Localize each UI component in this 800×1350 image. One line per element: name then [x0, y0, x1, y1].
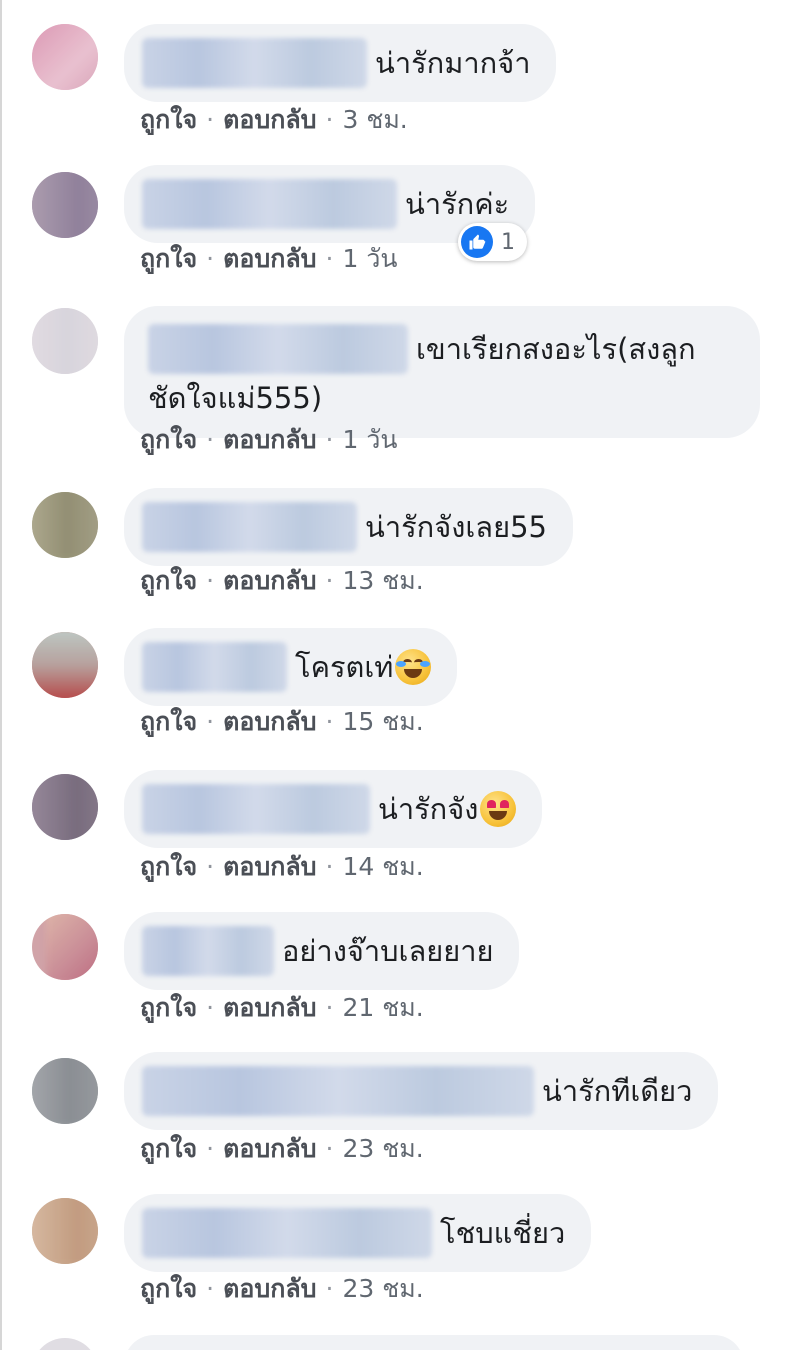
- timestamp[interactable]: 1 วัน: [343, 244, 398, 273]
- avatar[interactable]: [32, 1338, 98, 1350]
- separator: ·: [206, 1274, 215, 1303]
- comment-text: น่ารักค่ะ: [405, 187, 510, 221]
- timestamp[interactable]: 13 ชม.: [343, 566, 424, 595]
- like-button[interactable]: ถูกใจ: [140, 993, 197, 1022]
- separator: ·: [325, 566, 334, 595]
- timestamp[interactable]: 1 วัน: [343, 425, 398, 454]
- comment-text: โชบแชี่ยว: [440, 1216, 566, 1250]
- reply-button[interactable]: ตอบกลับ: [223, 1134, 316, 1163]
- reaction-count[interactable]: 1: [458, 223, 527, 261]
- comment-bubble: โครตเท่: [124, 628, 458, 706]
- timestamp[interactable]: 15 ชม.: [343, 707, 424, 736]
- comment-actions: ถูกใจ · ตอบกลับ · 15 ชม.: [140, 706, 424, 738]
- timestamp[interactable]: 23 ชม.: [343, 1134, 424, 1163]
- comment-bubble: เขาเรียกสงอะไร(สงลูกชัดใจแม่555): [124, 306, 760, 438]
- like-button[interactable]: ถูกใจ: [140, 1134, 197, 1163]
- avatar[interactable]: [32, 172, 98, 238]
- separator: ·: [206, 425, 215, 454]
- comment-bubble: น่ารักมากจ้า: [124, 24, 557, 102]
- comment-actions: ถูกใจ · ตอบกลับ · 23 ชม.: [140, 1273, 424, 1305]
- separator: ·: [206, 244, 215, 273]
- comment-bubble: น่ารักจังเลย55: [124, 488, 573, 566]
- separator: ·: [325, 244, 334, 273]
- avatar[interactable]: [32, 914, 98, 980]
- reply-button[interactable]: ตอบกลับ: [223, 244, 316, 273]
- comment-bubble: โชบแชี่ยว: [124, 1194, 592, 1272]
- laughing-tears-emoji-icon: [395, 649, 432, 685]
- comment-bubble: น่ารักทีเดียว: [124, 1052, 719, 1130]
- comment-bubble: น่ารักจัง: [124, 770, 543, 848]
- comment-text: น่ารักจัง: [378, 792, 479, 826]
- commenter-name[interactable]: [142, 179, 397, 229]
- avatar[interactable]: [32, 1058, 98, 1124]
- timestamp[interactable]: 23 ชม.: [343, 1274, 424, 1303]
- commenter-name[interactable]: [142, 1066, 534, 1116]
- like-button[interactable]: ถูกใจ: [140, 852, 197, 881]
- like-icon: [461, 226, 493, 258]
- commenter-name[interactable]: [148, 324, 408, 374]
- separator: ·: [325, 1134, 334, 1163]
- comment-text: อย่างจ๊าบเลยยาย: [282, 934, 494, 968]
- separator: ·: [325, 993, 334, 1022]
- comment-actions: ถูกใจ · ตอบกลับ · 3 ชม.: [140, 104, 408, 136]
- separator: ·: [206, 707, 215, 736]
- avatar[interactable]: [32, 492, 98, 558]
- comment-actions: ถูกใจ · ตอบกลับ · 13 ชม.: [140, 565, 424, 597]
- like-button[interactable]: ถูกใจ: [140, 1274, 197, 1303]
- reply-button[interactable]: ตอบกลับ: [223, 707, 316, 736]
- separator: ·: [325, 425, 334, 454]
- reply-button[interactable]: ตอบกลับ: [223, 993, 316, 1022]
- separator: ·: [206, 852, 215, 881]
- comment-actions: ถูกใจ · ตอบกลับ · 1 วัน: [140, 424, 397, 456]
- commenter-name[interactable]: [142, 784, 370, 834]
- separator: ·: [206, 993, 215, 1022]
- separator: ·: [325, 105, 334, 134]
- reply-button[interactable]: ตอบกลับ: [223, 566, 316, 595]
- commenter-name[interactable]: [142, 1208, 432, 1258]
- comment-actions: ถูกใจ · ตอบกลับ · 14 ชม.: [140, 851, 424, 883]
- heart-eyes-emoji-icon: [480, 791, 517, 827]
- separator: ·: [325, 707, 334, 736]
- reaction-count-value: 1: [501, 229, 515, 255]
- like-button[interactable]: ถูกใจ: [140, 105, 197, 134]
- avatar[interactable]: [32, 1198, 98, 1264]
- like-button[interactable]: ถูกใจ: [140, 566, 197, 595]
- comment-bubble: อย่างจ๊าบเลยยาย: [124, 912, 520, 990]
- separator: ·: [206, 1134, 215, 1163]
- comment-text: น่ารักมากจ้า: [375, 46, 531, 80]
- avatar[interactable]: [32, 774, 98, 840]
- like-button[interactable]: ถูกใจ: [140, 244, 197, 273]
- separator: ·: [325, 852, 334, 881]
- timestamp[interactable]: 21 ชม.: [343, 993, 424, 1022]
- separator: ·: [325, 1274, 334, 1303]
- avatar[interactable]: [32, 632, 98, 698]
- reply-button[interactable]: ตอบกลับ: [223, 1274, 316, 1303]
- separator: ·: [206, 566, 215, 595]
- commenter-name[interactable]: [142, 502, 357, 552]
- like-button[interactable]: ถูกใจ: [140, 707, 197, 736]
- comment-text: โครตเท่: [295, 650, 394, 684]
- comment-actions: ถูกใจ · ตอบกลับ · 23 ชม.: [140, 1133, 424, 1165]
- like-button[interactable]: ถูกใจ: [140, 425, 197, 454]
- commenter-name[interactable]: [142, 642, 287, 692]
- reply-button[interactable]: ตอบกลับ: [223, 425, 316, 454]
- avatar[interactable]: [32, 308, 98, 374]
- comment-actions: ถูกใจ · ตอบกลับ · 21 ชม.: [140, 992, 424, 1024]
- comment-text: น่ารักทีเดียว: [542, 1074, 693, 1108]
- separator: ·: [206, 105, 215, 134]
- timestamp[interactable]: 3 ชม.: [343, 105, 408, 134]
- comment-thread: น่ารักมากจ้า ถูกใจ · ตอบกลับ · 3 ชม. น่ารักค…: [0, 0, 800, 1350]
- reply-button[interactable]: ตอบกลับ: [223, 105, 316, 134]
- commenter-name[interactable]: [142, 926, 274, 976]
- comment-bubble: [124, 1335, 744, 1350]
- comment-text: น่ารักจังเลย55: [365, 510, 547, 544]
- reply-button[interactable]: ตอบกลับ: [223, 852, 316, 881]
- commenter-name[interactable]: [142, 38, 367, 88]
- comment-actions: ถูกใจ · ตอบกลับ · 1 วัน: [140, 243, 397, 275]
- timestamp[interactable]: 14 ชม.: [343, 852, 424, 881]
- avatar[interactable]: [32, 24, 98, 90]
